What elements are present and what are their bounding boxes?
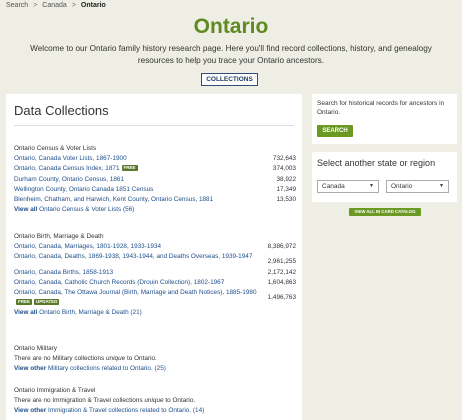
record-count: 374,003 [272,165,296,173]
view-other-text: Military collections related to Ontario.… [46,365,166,373]
list-item: Ontario, Canada, The Ottawa Journal (Bir… [14,288,296,308]
list-item: Ontario, Canada, Deaths, 1869-1938, 1943… [14,252,296,267]
breadcrumb-current: Ontario [80,2,106,9]
search-description: Search for historical records for ancest… [317,100,445,116]
view-all-bold: View all [14,206,38,214]
collection-link[interactable]: Ontario, Canada, The Ottawa Journal (Bir… [14,289,257,296]
view-all-link[interactable]: View all Ontario Birth, Marriage & Death… [14,309,142,316]
free-badge: FREE [16,299,33,306]
record-count: 17,349 [276,185,296,193]
breadcrumb-separator: > [71,2,76,9]
record-count: 38,922 [276,175,296,183]
section-title: Ontario Immigration & Travel [14,387,96,394]
divider [14,125,294,126]
page-title: Ontario [193,15,269,38]
card-catalog-button[interactable]: VIEW ALL IN CARD CATALOG [349,208,421,216]
collection-link[interactable]: Blenheim, Chatham, and Harwich, Kent Cou… [14,195,213,205]
country-select[interactable]: Canada ▼ [317,180,379,193]
breadcrumb: Search > Canada > Ontario [6,2,106,9]
list-item: Ontario, Canada, Marriages, 1801-1928, 1… [14,242,296,252]
view-all-text: Ontario Census & Voter Lists (56) [37,206,135,214]
breadcrumb-search[interactable]: Search [6,2,28,9]
view-all-link[interactable]: View all Ontario Census & Voter Lists (5… [14,206,134,213]
note-text: There are no Immigration & Travel collec… [14,397,145,405]
region-select-heading: Select another state or region [317,158,436,168]
collection-link[interactable]: Ontario, Canada, Catholic Church Records… [14,278,224,288]
note-text: to Ontario. [163,397,196,405]
list-item: Ontario, Canada Census Index, 1871 FREE 37… [14,164,296,174]
census-section: Ontario Census & Voter Lists Ontario, Ca… [14,144,296,215]
region-select[interactable]: Ontario ▼ [386,180,449,193]
chevron-down-icon: ▼ [439,183,444,189]
search-button[interactable]: SEARCH [317,125,353,137]
data-collections-panel: Data Collections Ontario Census & Voter … [6,94,302,420]
note-text: to Ontario. [125,355,157,363]
record-count: 2,961,255 [267,258,296,266]
region-select-panel: Select another state or region Canada ▼ O… [312,152,457,202]
section-title: Ontario Military [14,345,57,352]
view-all-bold: View all [14,309,38,317]
military-section: Ontario Military There are no Military c… [14,344,296,375]
breadcrumb-canada[interactable]: Canada [42,2,67,9]
data-collections-heading: Data Collections [14,103,109,118]
view-other-bold: View other [14,365,47,373]
record-count: 8,386,972 [267,243,296,251]
note-text: There are no Military collections [14,355,106,363]
updated-badge: UPDATED [34,299,60,306]
view-other-text: Immigration & Travel collections related… [46,407,205,415]
record-count: 2,172,142 [267,268,296,276]
chevron-down-icon: ▼ [369,183,374,189]
collection-link[interactable]: Wellington County, Ontario Canada 1851 C… [14,185,153,195]
list-item: Durham County, Ontario Census, 1861 38,92… [14,175,296,185]
immigration-section: Ontario Immigration & Travel There are n… [14,386,296,417]
no-collections-note: There are no Immigration & Travel collec… [14,396,296,406]
collection-link[interactable]: Ontario, Canada Births, 1858-1913 [14,268,113,278]
note-emphasis: unique [106,355,126,363]
record-count: 13,530 [276,196,296,204]
collection-link[interactable]: Ontario, Canada Census Index, 1871 [14,165,120,172]
list-item: Ontario, Canada, Catholic Church Records… [14,278,296,288]
page-intro: Welcome to our Ontario family history re… [30,44,432,65]
search-panel: Search for historical records for ancest… [312,94,457,144]
record-count: 1,604,863 [267,278,296,286]
collection-link[interactable]: Ontario, Canada Voter Lists, 1867-1900 [14,154,127,164]
country-select-value: Canada [322,183,345,190]
section-title: Ontario Census & Voter Lists [14,145,97,152]
note-emphasis: unique [144,397,164,405]
list-item: Blenheim, Chatham, and Harwich, Kent Cou… [14,195,296,205]
record-count: 1,496,763 [267,294,296,302]
view-other-bold: View other [14,407,47,415]
list-item: Wellington County, Ontario Canada 1851 C… [14,185,296,195]
birth-marriage-death-section: Ontario Birth, Marriage & Death Ontario,… [14,232,296,319]
collection-link[interactable]: Ontario, Canada, Marriages, 1801-1928, 1… [14,242,161,252]
collection-link[interactable]: Durham County, Ontario Census, 1861 [14,175,124,185]
list-item: Ontario, Canada Voter Lists, 1867-1900 73… [14,154,296,164]
breadcrumb-separator: > [33,2,38,9]
collections-button[interactable]: COLLECTIONS [201,73,258,86]
collection-link[interactable]: Ontario, Canada, Deaths, 1869-1938, 1943… [14,252,252,262]
view-all-text: Ontario Birth, Marriage & Death (21) [37,309,142,317]
list-item: Ontario, Canada Births, 1858-1913 2,172,1… [14,268,296,278]
region-select-value: Ontario [391,183,413,190]
record-count: 732,643 [272,155,296,163]
view-other-link[interactable]: View other Military collections related … [14,365,166,372]
no-collections-note: There are no Military collections unique… [14,354,296,364]
section-title: Ontario Birth, Marriage & Death [14,233,104,240]
view-other-link[interactable]: View other Immigration & Travel collecti… [14,407,204,414]
free-badge: FREE [121,165,138,172]
